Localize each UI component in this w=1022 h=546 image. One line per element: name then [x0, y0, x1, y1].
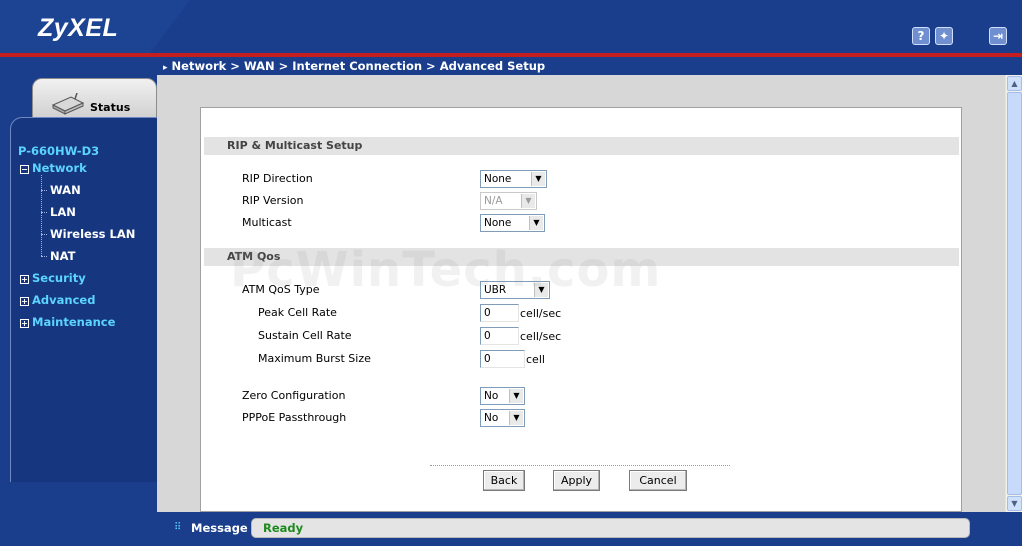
rip-version-select[interactable]: N/A ▼ — [480, 192, 537, 210]
nav-network-label: Network — [32, 161, 87, 175]
tree-branch — [41, 190, 47, 191]
peak-cell-rate-label: Peak Cell Rate — [258, 306, 337, 319]
question-icon[interactable]: ? — [912, 27, 930, 45]
scroll-up-icon[interactable]: ▲ — [1007, 76, 1022, 91]
tree-branch — [41, 234, 47, 235]
device-name: P-660HW-D3 — [18, 144, 100, 158]
rip-direction-label: RIP Direction — [242, 172, 313, 185]
nav-maintenance[interactable]: + Maintenance — [20, 315, 115, 329]
multicast-label: Multicast — [242, 216, 292, 229]
zero-config-select[interactable]: No ▼ — [480, 387, 525, 405]
multicast-value: None — [484, 217, 512, 229]
sustain-cell-rate-label: Sustain Cell Rate — [258, 329, 352, 342]
rip-direction-value: None — [484, 173, 512, 185]
atm-qos-type-value: UBR — [484, 284, 507, 296]
logout-icon[interactable]: ⇥ — [989, 27, 1007, 45]
breadcrumb-text: Network > WAN > Internet Connection > Ad… — [171, 59, 546, 73]
router-icon — [51, 93, 85, 115]
rip-version-label: RIP Version — [242, 194, 304, 207]
scroll-thumb[interactable] — [1007, 92, 1022, 495]
nav-maintenance-label: Maintenance — [32, 315, 116, 329]
breadcrumb: ▸ Network > WAN > Internet Connection > A… — [157, 57, 1022, 75]
pppoe-passthrough-label: PPPoE Passthrough — [242, 411, 347, 424]
sidebar-item-nat[interactable]: NAT — [50, 249, 75, 263]
expand-icon: + — [20, 319, 29, 328]
max-burst-size-label: Maximum Burst Size — [258, 352, 371, 365]
tree-connector — [41, 175, 42, 256]
sidebar-item-wan[interactable]: WAN — [50, 183, 81, 197]
chevron-down-icon: ▼ — [509, 411, 523, 425]
wizard-icon[interactable]: ✦ — [935, 27, 953, 45]
rip-version-value: N/A — [484, 195, 503, 207]
chevron-down-icon: ▼ — [521, 194, 535, 208]
nav-network[interactable]: − Network — [20, 161, 87, 175]
atm-section-header: ATM Qos — [204, 248, 959, 266]
max-burst-size-unit: cell — [526, 353, 545, 366]
atm-qos-type-select[interactable]: UBR ▼ — [480, 281, 550, 299]
apply-button[interactable]: Apply — [553, 470, 600, 491]
rip-section-header: RIP & Multicast Setup — [204, 137, 959, 155]
chevron-down-icon: ▼ — [531, 172, 545, 186]
pppoe-passthrough-select[interactable]: No ▼ — [480, 409, 525, 427]
header-bar: ZyXEL ? ✦ ⇥ — [0, 0, 1022, 53]
message-label: Message — [191, 521, 248, 535]
back-button[interactable]: Back — [483, 470, 525, 491]
expand-icon: + — [20, 297, 29, 306]
peak-cell-rate-input[interactable]: 0 — [480, 304, 519, 322]
scroll-down-icon[interactable]: ▼ — [1007, 496, 1022, 511]
collapse-icon: − — [20, 165, 29, 174]
status-tab-label: Status — [90, 101, 131, 114]
tree-branch — [41, 256, 47, 257]
scrollbar[interactable]: ▲ ▼ — [1005, 75, 1022, 512]
sustain-cell-rate-input[interactable]: 0 — [480, 327, 519, 345]
chevron-down-icon: ▼ — [529, 216, 543, 230]
tree-branch — [41, 212, 47, 213]
message-icon: ⠿ — [174, 522, 182, 533]
multicast-select[interactable]: None ▼ — [480, 214, 545, 232]
sidebar-item-lan[interactable]: LAN — [50, 205, 76, 219]
nav-advanced[interactable]: + Advanced — [20, 293, 95, 307]
peak-cell-rate-unit: cell/sec — [520, 307, 562, 320]
zero-config-value: No — [484, 390, 499, 402]
expand-icon: + — [20, 275, 29, 284]
chevron-down-icon: ▼ — [534, 283, 548, 297]
pppoe-passthrough-value: No — [484, 412, 499, 424]
rip-direction-select[interactable]: None ▼ — [480, 170, 547, 188]
nav-security-label: Security — [32, 271, 86, 285]
max-burst-size-input[interactable]: 0 — [480, 350, 525, 368]
zero-config-label: Zero Configuration — [242, 389, 346, 402]
button-divider — [430, 465, 730, 466]
message-text: Ready — [263, 521, 304, 535]
chevron-down-icon: ▼ — [509, 389, 523, 403]
nav-advanced-label: Advanced — [32, 293, 96, 307]
nav-security[interactable]: + Security — [20, 271, 86, 285]
atm-qos-type-label: ATM QoS Type — [242, 283, 320, 296]
cancel-button[interactable]: Cancel — [629, 470, 687, 491]
sustain-cell-rate-unit: cell/sec — [520, 330, 562, 343]
sidebar-item-wireless-lan[interactable]: Wireless LAN — [50, 227, 135, 241]
message-box — [251, 518, 970, 538]
zyxel-logo: ZyXEL — [38, 14, 119, 42]
